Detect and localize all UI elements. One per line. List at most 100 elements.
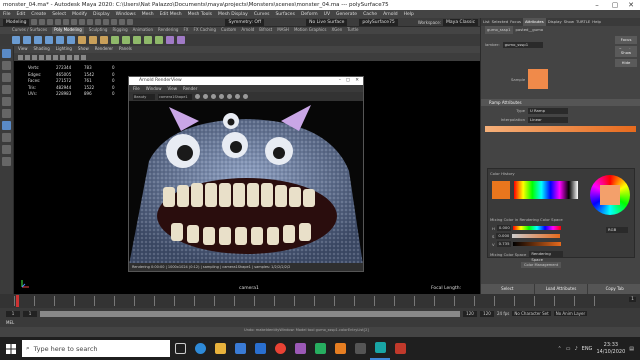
material-swatch[interactable] [528,69,549,89]
menu-item[interactable]: Surfaces [275,12,295,17]
menu-item[interactable]: Edit Mesh [160,12,182,17]
close-button[interactable]: ✕ [624,0,638,10]
notifications-icon[interactable]: ▤ [629,346,634,352]
chrome-icon[interactable] [270,337,290,360]
shadows-icon[interactable] [53,54,58,60]
node-name-field[interactable]: gumo_sssp1 [502,41,543,48]
open-scene-icon[interactable] [39,19,46,25]
smooth-shade-icon[interactable] [32,54,37,60]
combine-icon[interactable] [78,36,86,44]
shelf-tab[interactable]: Rigging [112,27,127,34]
network-icon[interactable]: ▭ [566,346,571,352]
textured-icon[interactable] [39,54,44,60]
shelf-tab[interactable]: Turtle [347,27,358,34]
attr-tab[interactable]: Display [548,18,562,26]
task-view-icon[interactable] [170,337,190,360]
menu-item[interactable]: Cache [363,12,377,17]
ramp-preview[interactable] [485,126,636,132]
separate-icon[interactable] [89,36,97,44]
command-line[interactable]: MEL [0,319,640,327]
move-tool-icon[interactable] [2,85,11,94]
exposure-icon[interactable] [243,94,248,99]
render-play-icon[interactable] [195,94,200,99]
planar-map-icon[interactable] [177,36,185,44]
snap-grid-icon[interactable] [95,19,102,25]
isolate-icon[interactable] [60,54,65,60]
attr-tab[interactable]: Selected [492,18,508,26]
select-hierarchy-icon[interactable] [71,19,78,25]
select-object-icon[interactable] [79,19,86,25]
shelf-tab[interactable]: Rendering [158,27,178,34]
viewport-menu-item[interactable]: View [18,46,28,53]
color-wheel[interactable] [590,175,630,215]
v-field[interactable]: 0.735 [496,241,511,247]
renderview-close[interactable]: ✕ [355,77,359,85]
live-surface-select[interactable]: No Live Surface [306,18,348,26]
render-stop-icon[interactable] [203,94,208,99]
attr-tab[interactable]: Show [564,18,574,26]
select-button[interactable]: Select [481,284,534,294]
clock[interactable]: 23:33 14/10/2020 [596,342,625,356]
viewport-menu-item[interactable]: Shading [34,46,50,53]
app-icon-3[interactable] [330,337,350,360]
viewport-menu-item[interactable]: Lighting [56,46,72,53]
focus-button[interactable]: Focus [615,36,637,44]
fps-dropdown[interactable]: 24 fps [497,311,509,316]
extrude-icon[interactable] [111,36,119,44]
mail-icon[interactable] [250,337,270,360]
h-slider[interactable] [512,226,561,230]
poly-cone-icon[interactable] [45,36,53,44]
redo-icon[interactable] [63,19,70,25]
menu-item[interactable]: Generate [336,12,357,17]
snap-point-icon[interactable] [111,19,118,25]
range-end-field[interactable]: 120 [463,310,477,317]
renderview-menu-item[interactable]: File [133,85,140,92]
wireframe-icon[interactable] [25,54,30,60]
renderview-menu-item[interactable]: Window [146,85,162,92]
scale-tool-icon[interactable] [2,109,11,118]
render-image[interactable] [129,101,363,265]
rgb-channel-icon[interactable] [235,94,240,99]
menu-item[interactable]: Create [31,12,46,17]
viewport-menu-item[interactable]: Show [78,46,89,53]
hide-button[interactable]: Hide [615,59,637,67]
menu-item[interactable]: Help [404,12,414,17]
shelf-tab[interactable]: Animation [133,27,153,34]
s-slider[interactable] [512,234,561,238]
attr-tab[interactable]: Focus [510,18,521,26]
shelf-tab[interactable]: MASH [277,27,289,34]
shelf-tab[interactable]: Sculpting [89,27,108,34]
object-name-field[interactable]: polySurface75 [359,18,398,26]
maximize-button[interactable]: ▢ [608,0,622,10]
menu-item[interactable]: Curves [254,12,270,17]
current-frame-marker[interactable] [16,295,19,307]
renderview-menu-item[interactable]: View [167,85,177,92]
camera-icon[interactable] [18,54,23,60]
rotate-tool-icon[interactable] [2,97,11,106]
shelf-tab[interactable]: Motion Graphics [294,27,327,34]
multi-cut-icon[interactable] [144,36,152,44]
viewport-menu-item[interactable]: Renderer [95,46,113,53]
poly-plane-icon[interactable] [67,36,75,44]
menu-item[interactable]: Deform [301,12,318,17]
refresh-icon[interactable] [211,94,216,99]
time-slider[interactable]: 1 [0,294,640,308]
single-view-icon[interactable] [2,121,11,130]
rgb-dropdown[interactable]: RGB [606,227,628,233]
load-attributes-button[interactable]: Load Attributes [534,284,588,294]
lasso-tool-icon[interactable] [2,61,11,70]
type-dropdown[interactable]: U Ramp [528,107,568,114]
file-explorer-icon[interactable] [210,337,230,360]
attr-tab[interactable]: Help [592,18,601,26]
undo-icon[interactable] [55,19,62,25]
render-icon[interactable] [119,19,126,25]
interp-dropdown[interactable]: Linear [528,116,568,123]
menu-item[interactable]: Edit [17,12,26,17]
app-icon-4[interactable] [350,337,370,360]
edge-icon[interactable] [190,337,210,360]
save-scene-icon[interactable] [47,19,54,25]
xray-icon[interactable] [67,54,72,60]
copy-tab-button[interactable]: Copy Tab [588,284,640,294]
ipr-render-icon[interactable] [127,19,134,25]
node-tab[interactable]: gumo_sssp1 [485,26,513,34]
